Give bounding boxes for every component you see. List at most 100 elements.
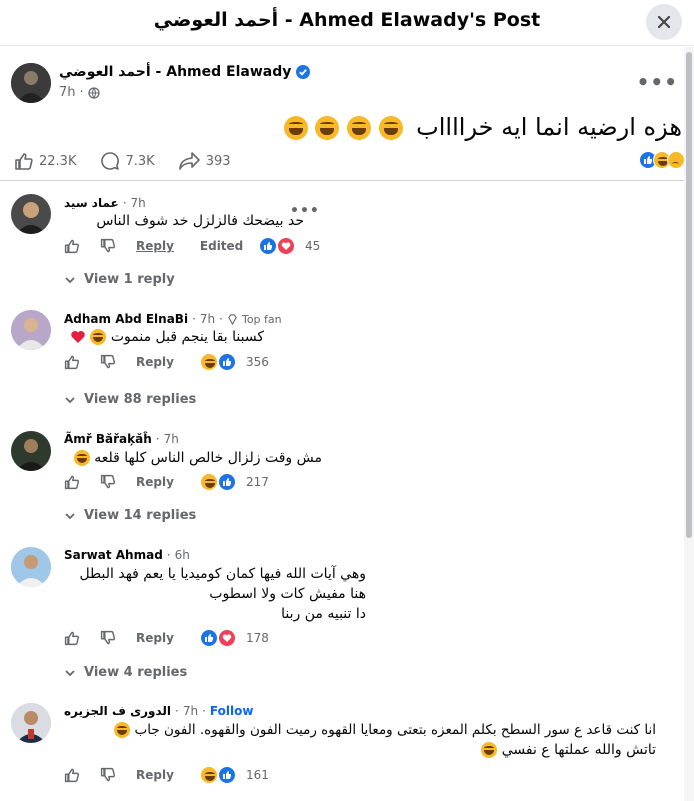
reaction-count: 178: [246, 631, 269, 645]
laugh-emoji: [378, 116, 403, 140]
post-author[interactable]: أحمد العوضي - Ahmed Elawady: [59, 64, 311, 80]
comment-dislike-icon[interactable]: [100, 354, 116, 370]
comment-time[interactable]: 6h: [175, 548, 190, 562]
comment-text-line-3: دا تنبيه من ربنا: [281, 606, 366, 622]
comment-text-line-2: هنا مفيش كات ولا اسطوب: [209, 586, 366, 602]
comment-reactions[interactable]: 217: [200, 473, 269, 491]
like-reaction-icon: [218, 353, 236, 371]
comment-author[interactable]: Ãmř Băřaķăĥ: [64, 432, 152, 446]
comment-avatar[interactable]: [11, 310, 51, 350]
view-replies-button[interactable]: View 14 replies: [64, 508, 196, 523]
scrollbar-thumb[interactable]: [686, 52, 692, 538]
laugh-emoji: [346, 116, 371, 140]
like-stat[interactable]: 22.3K: [14, 151, 76, 171]
comment-avatar[interactable]: [11, 194, 51, 234]
dialog-title: أحمد العوضي - Ahmed Elawady's Post: [153, 9, 541, 31]
comment-like-icon[interactable]: [64, 238, 80, 254]
comment-like-icon[interactable]: [64, 630, 80, 646]
comment-avatar[interactable]: [11, 547, 51, 587]
chevron-down-icon: [65, 396, 75, 403]
chevron-down-icon: [65, 512, 75, 519]
follow-button[interactable]: Follow: [210, 704, 254, 718]
comment-more-icon[interactable]: •••: [290, 203, 320, 219]
like-reaction-icon: [218, 766, 236, 784]
comment-author[interactable]: الدورى ف الجزيره: [64, 704, 171, 718]
comment-author[interactable]: Sarwat Ahmad: [64, 548, 163, 562]
post-meta: 7h ·: [59, 85, 100, 100]
dialog-header: أحمد العوضي - Ahmed Elawady's Post: [0, 0, 694, 46]
comment-time[interactable]: 7h: [164, 432, 179, 446]
laugh-emoji: [283, 116, 308, 140]
comment-time[interactable]: 7h: [183, 704, 198, 718]
reaction-count: 45: [305, 239, 321, 253]
comment-time[interactable]: 7h: [131, 196, 146, 210]
post-time[interactable]: 7h: [59, 85, 76, 100]
view-replies-button[interactable]: View 1 reply: [64, 272, 175, 287]
share-stat[interactable]: 393: [178, 151, 231, 171]
comment-icon: [101, 152, 120, 170]
edited-label[interactable]: Edited: [200, 239, 243, 253]
heart-emoji: [71, 331, 85, 343]
comment-header: Sarwat Ahmad · 6h: [64, 548, 190, 562]
post-reaction-icons[interactable]: [639, 151, 685, 169]
like-icon: [15, 153, 33, 170]
comment-text-line-2: تاتش والله عملتها ع نفسي: [64, 740, 656, 760]
comment-actions: Reply: [64, 474, 200, 490]
comment-dislike-icon[interactable]: [100, 767, 116, 783]
close-button[interactable]: [646, 4, 682, 40]
comment-dislike-icon[interactable]: [100, 474, 116, 490]
laugh-emoji: [90, 329, 107, 345]
comment-text-line-1: انا كنت قاعد ع سور السطح بكلم المعزه بتع…: [64, 720, 656, 740]
haha-reaction-icon: [200, 473, 218, 491]
globe-icon: [88, 86, 100, 99]
share-icon: [178, 152, 200, 170]
comment-dislike-icon[interactable]: [100, 238, 116, 254]
laugh-emoji: [73, 450, 90, 466]
comment-like-icon[interactable]: [64, 354, 80, 370]
laugh-emoji-group: [283, 113, 403, 141]
comment-author[interactable]: عماد سيد: [64, 196, 119, 210]
verified-icon: [296, 65, 311, 79]
reply-button[interactable]: Reply: [136, 768, 174, 782]
comment-author[interactable]: Adham Abd ElnaBi: [64, 312, 188, 326]
comment-avatar[interactable]: [11, 703, 51, 743]
comment-reactions[interactable]: 161: [200, 766, 269, 784]
reply-button[interactable]: Reply: [136, 355, 174, 369]
laugh-emoji: [114, 722, 131, 738]
comment-actions: Reply Edited: [64, 238, 269, 254]
comment-count: 7.3K: [125, 153, 155, 169]
more-options-icon[interactable]: •••: [637, 70, 678, 94]
comment-stat[interactable]: 7.3K: [100, 151, 155, 171]
comment-time[interactable]: 7h: [200, 312, 215, 326]
comment-reactions[interactable]: 178: [200, 629, 269, 647]
view-replies-button[interactable]: View 88 replies: [64, 392, 196, 407]
comment-text: كسبنا بقا ينجم قبل منموت: [64, 327, 264, 347]
author-avatar[interactable]: [11, 63, 51, 103]
comment-dislike-icon[interactable]: [100, 630, 116, 646]
comment-header: Adham Abd ElnaBi · 7h · Top fan: [64, 312, 282, 326]
chevron-down-icon: [65, 276, 75, 283]
share-count: 393: [205, 153, 231, 169]
comment-avatar[interactable]: [11, 431, 51, 471]
reply-button[interactable]: Reply: [136, 475, 174, 489]
reaction-count: 356: [246, 355, 269, 369]
comment-actions: Reply: [64, 630, 200, 646]
haha-reaction-icon: [200, 353, 218, 371]
comment-text: مش وقت زلزال خالص الناس كلها قلعه: [64, 448, 322, 468]
reaction-count: 217: [246, 475, 269, 489]
post-stats: 22.3K 7.3K 393: [14, 151, 255, 171]
close-icon: [657, 15, 671, 29]
comment-reactions[interactable]: 45: [259, 237, 320, 255]
post-divider: [0, 180, 684, 181]
reply-button[interactable]: Reply: [136, 239, 174, 253]
laugh-emoji: [481, 742, 498, 758]
view-replies-button[interactable]: View 4 replies: [64, 665, 187, 680]
chevron-down-icon: [65, 669, 75, 676]
post-author-name[interactable]: أحمد العوضي - Ahmed Elawady: [59, 64, 291, 80]
comment-like-icon[interactable]: [64, 767, 80, 783]
love-reaction-icon: [218, 629, 236, 647]
like-reaction-icon: [200, 629, 218, 647]
comment-like-icon[interactable]: [64, 474, 80, 490]
comment-reactions[interactable]: 356: [200, 353, 269, 371]
reply-button[interactable]: Reply: [136, 631, 174, 645]
